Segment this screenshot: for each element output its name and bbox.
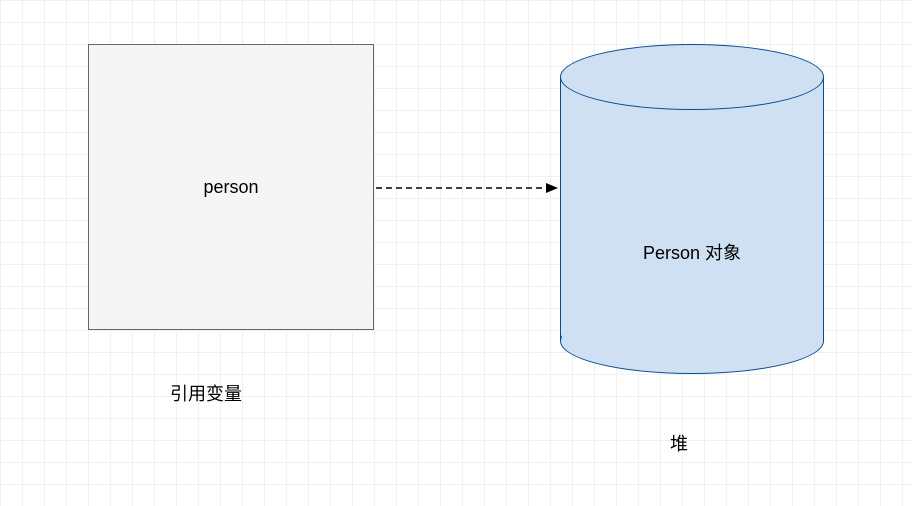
heap-object-label: Person 对象	[560, 239, 824, 265]
reference-variable-label: person	[203, 177, 258, 198]
reference-variable-caption: 引用变量	[170, 380, 242, 406]
heap-cylinder: Person 对象	[560, 44, 824, 374]
cylinder-body	[560, 77, 824, 341]
cylinder-top	[560, 44, 824, 110]
reference-arrow	[374, 180, 560, 196]
cylinder-bottom-mask	[562, 308, 823, 341]
heap-caption: 堆	[670, 430, 688, 456]
reference-variable-box: person	[88, 44, 374, 330]
